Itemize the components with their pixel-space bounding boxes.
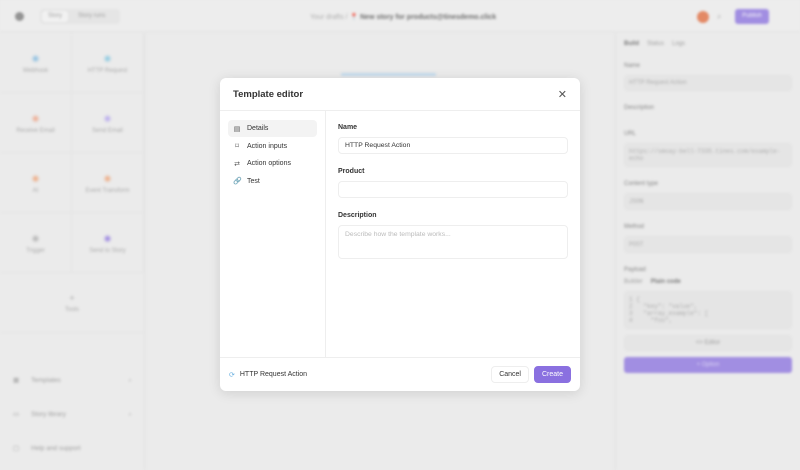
cancel-button[interactable]: Cancel [491,366,529,383]
create-button[interactable]: Create [533,366,571,383]
footer-action-name: HTTP Request Action [239,371,308,378]
http-request-icon: ⟳ [229,371,235,379]
nav-item-label: Details [247,125,269,132]
name-input[interactable] [338,137,568,154]
nav-item-label: Action inputs [247,142,288,150]
nav-item-details[interactable]: ▤ Details [228,120,317,137]
dialog-title: Template editor [233,88,304,100]
description-label: Description [338,212,377,219]
nav-item-action-options[interactable]: ⇄ Action options [228,155,317,172]
name-label: Name [338,124,358,131]
nav-item-label: Action options [247,160,291,167]
details-icon: ▤ [233,125,241,133]
inputs-icon: ⌑ [235,143,239,150]
nav-item-test[interactable]: 🔗 Test [228,173,317,190]
product-input[interactable] [338,181,568,198]
template-editor-nav: ▤ Details ⌑ Action inputs ⇄ Action options 🔗 Te… [220,111,326,357]
options-icon: ⇄ [234,160,240,168]
nav-item-action-inputs[interactable]: ⌑ Action inputs [228,138,317,155]
close-icon[interactable]: ✕ [558,88,567,101]
product-label: Product [338,168,365,175]
nav-item-label: Test [247,177,260,185]
description-input[interactable] [338,225,568,259]
link-icon: 🔗 [233,178,242,185]
template-editor-dialog: Template editor ✕ ▤ Details ⌑ Action inputs… [220,78,580,391]
